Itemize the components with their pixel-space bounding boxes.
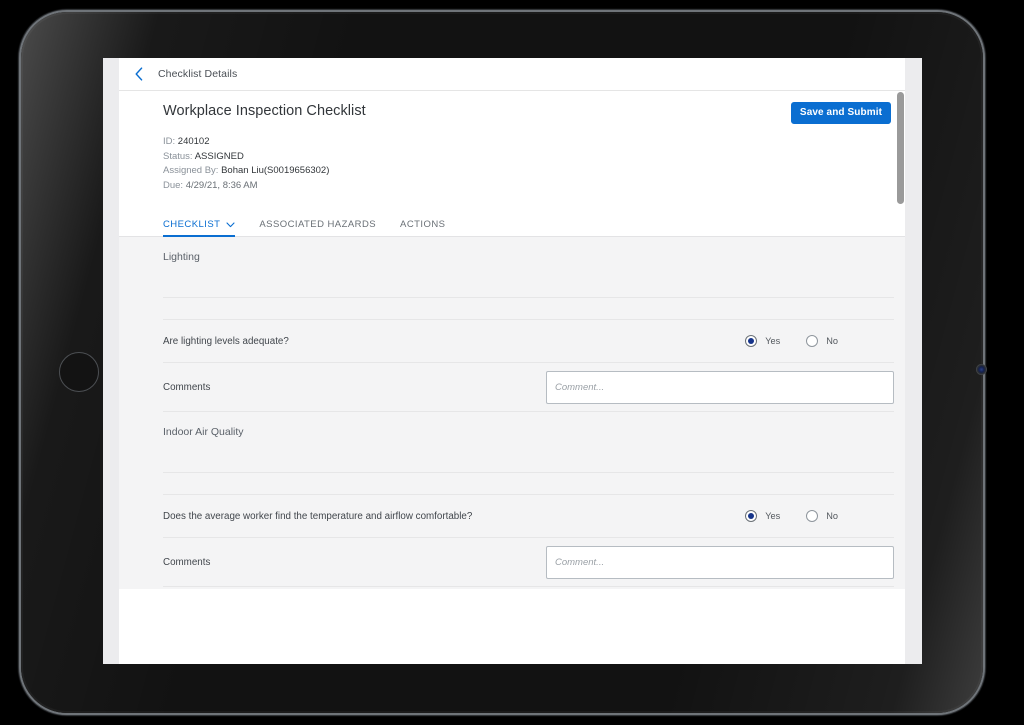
meta-value: 240102 [178, 136, 210, 147]
meta-value: 4/29/21, 8:36 AM [186, 180, 258, 191]
breadcrumb: Checklist Details [158, 68, 237, 80]
meta-value: ASSIGNED [195, 151, 244, 162]
meta-label: Assigned By: [163, 165, 218, 176]
radio-option-yes[interactable]: Yes [745, 335, 780, 347]
comment-input[interactable] [546, 546, 894, 579]
vertical-scrollbar[interactable] [897, 92, 904, 655]
comments-label: Comments [163, 557, 210, 568]
tablet-screen: Checklist Details Workplace Inspection C… [103, 58, 922, 664]
question-text: Are lighting levels adequate? [163, 336, 289, 347]
question-row: Does the average worker find the tempera… [119, 495, 905, 537]
meta-row-id: ID: 240102 [163, 135, 905, 150]
radio-label: No [826, 336, 838, 346]
radio-option-no[interactable]: No [806, 510, 838, 522]
tablet-device-frame: Checklist Details Workplace Inspection C… [21, 12, 983, 713]
radio-dot-icon [745, 335, 757, 347]
meta-row-status: Status: ASSIGNED [163, 150, 905, 165]
radio-dot-icon [806, 335, 818, 347]
section-spacer [119, 263, 905, 297]
meta-label: ID: [163, 136, 175, 147]
radio-label: No [826, 511, 838, 521]
app-topbar: Checklist Details [119, 58, 905, 91]
tab-checklist[interactable]: CHECKLIST [163, 219, 235, 236]
question-text: Does the average worker find the tempera… [163, 511, 472, 522]
radio-dot-icon [745, 510, 757, 522]
tab-label: ACTIONS [400, 219, 445, 230]
checklist-content[interactable]: Lighting Are lighting levels adequate? Y… [119, 237, 905, 589]
radio-option-no[interactable]: No [806, 335, 838, 347]
section-spacer [119, 438, 905, 472]
section-title-storage-and-handling: Storage and handling [119, 587, 905, 589]
divider-gap [119, 473, 905, 494]
comment-input[interactable] [546, 371, 894, 404]
checklist-metadata: ID: 240102 Status: ASSIGNED Assigned By:… [119, 119, 905, 193]
radio-option-yes[interactable]: Yes [745, 510, 780, 522]
page-gutter-left [103, 58, 119, 664]
checklist-details-app: Checklist Details Workplace Inspection C… [119, 58, 905, 664]
home-button[interactable] [59, 352, 99, 392]
meta-value: Bohan Liu(S0019656302) [221, 165, 329, 176]
tab-bar: CHECKLIST ASSOCIATED HAZARDS ACTIONS [119, 210, 905, 237]
radio-dot-icon [806, 510, 818, 522]
comments-row: Comments [119, 538, 905, 586]
front-camera-icon [976, 364, 987, 375]
tab-label: CHECKLIST [163, 219, 220, 230]
tab-associated-hazards[interactable]: ASSOCIATED HAZARDS [259, 219, 376, 236]
question-row: Are lighting levels adequate? Yes No [119, 320, 905, 362]
title-row: Workplace Inspection Checklist Save and … [119, 91, 905, 119]
chevron-down-icon[interactable] [226, 222, 235, 228]
tab-actions[interactable]: ACTIONS [400, 219, 445, 236]
answer-radio-group: Yes No [745, 335, 894, 347]
meta-label: Due: [163, 180, 183, 191]
divider-gap [119, 298, 905, 319]
meta-row-due: Due: 4/29/21, 8:36 AM [163, 179, 905, 194]
section-title-lighting: Lighting [119, 237, 905, 263]
scrollbar-thumb[interactable] [897, 92, 904, 204]
radio-label: Yes [765, 336, 780, 346]
answer-radio-group: Yes No [745, 510, 894, 522]
section-title-indoor-air-quality: Indoor Air Quality [119, 412, 905, 438]
save-and-submit-button[interactable]: Save and Submit [791, 102, 891, 124]
page-gutter-right [905, 58, 922, 664]
comments-label: Comments [163, 382, 210, 393]
meta-label: Status: [163, 151, 193, 162]
meta-row-assigned-by: Assigned By: Bohan Liu(S0019656302) [163, 164, 905, 179]
tab-label: ASSOCIATED HAZARDS [259, 219, 376, 230]
chevron-left-icon[interactable] [130, 65, 148, 83]
page-title: Workplace Inspection Checklist [163, 103, 891, 119]
comments-row: Comments [119, 363, 905, 411]
radio-label: Yes [765, 511, 780, 521]
